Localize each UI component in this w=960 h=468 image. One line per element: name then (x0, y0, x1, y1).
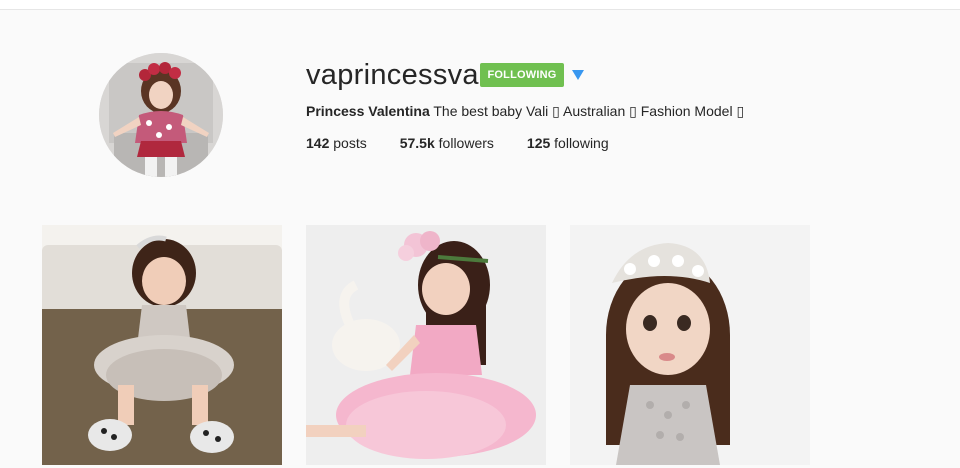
post-thumbnail-2[interactable] (306, 225, 546, 465)
profile-username: vaprincessva (306, 59, 479, 91)
bio-text: The best baby Vali ▯ Australian ▯ Fashio… (429, 103, 745, 119)
followers-count-stat[interactable]: 57.5k followers (400, 135, 494, 151)
profile-stats: 142 posts 57.5k followers 125 following (306, 135, 642, 151)
post-photo-1 (42, 225, 282, 465)
following-label: following (550, 135, 609, 151)
post-thumbnail-3[interactable] (570, 225, 810, 465)
profile-bio: Princess Valentina The best baby Vali ▯ … (306, 103, 744, 120)
followers-label: followers (434, 135, 494, 151)
chevron-down-icon[interactable] (572, 70, 584, 80)
profile-avatar[interactable] (99, 53, 223, 177)
posts-count-stat: 142 posts (306, 135, 367, 151)
post-photo-3 (570, 225, 810, 465)
bio-full-name: Princess Valentina (306, 103, 430, 119)
post-photo-2 (306, 225, 546, 465)
posts-label: posts (329, 135, 367, 151)
posts-count: 142 (306, 135, 330, 151)
following-button[interactable]: FOLLOWING (480, 63, 564, 87)
following-count-stat[interactable]: 125 following (527, 135, 609, 151)
following-count: 125 (526, 135, 551, 151)
avatar-photo (99, 53, 223, 177)
top-navigation-bar (0, 0, 960, 10)
followers-count: 57.5k (399, 135, 435, 151)
post-thumbnail-1[interactable] (42, 225, 282, 465)
